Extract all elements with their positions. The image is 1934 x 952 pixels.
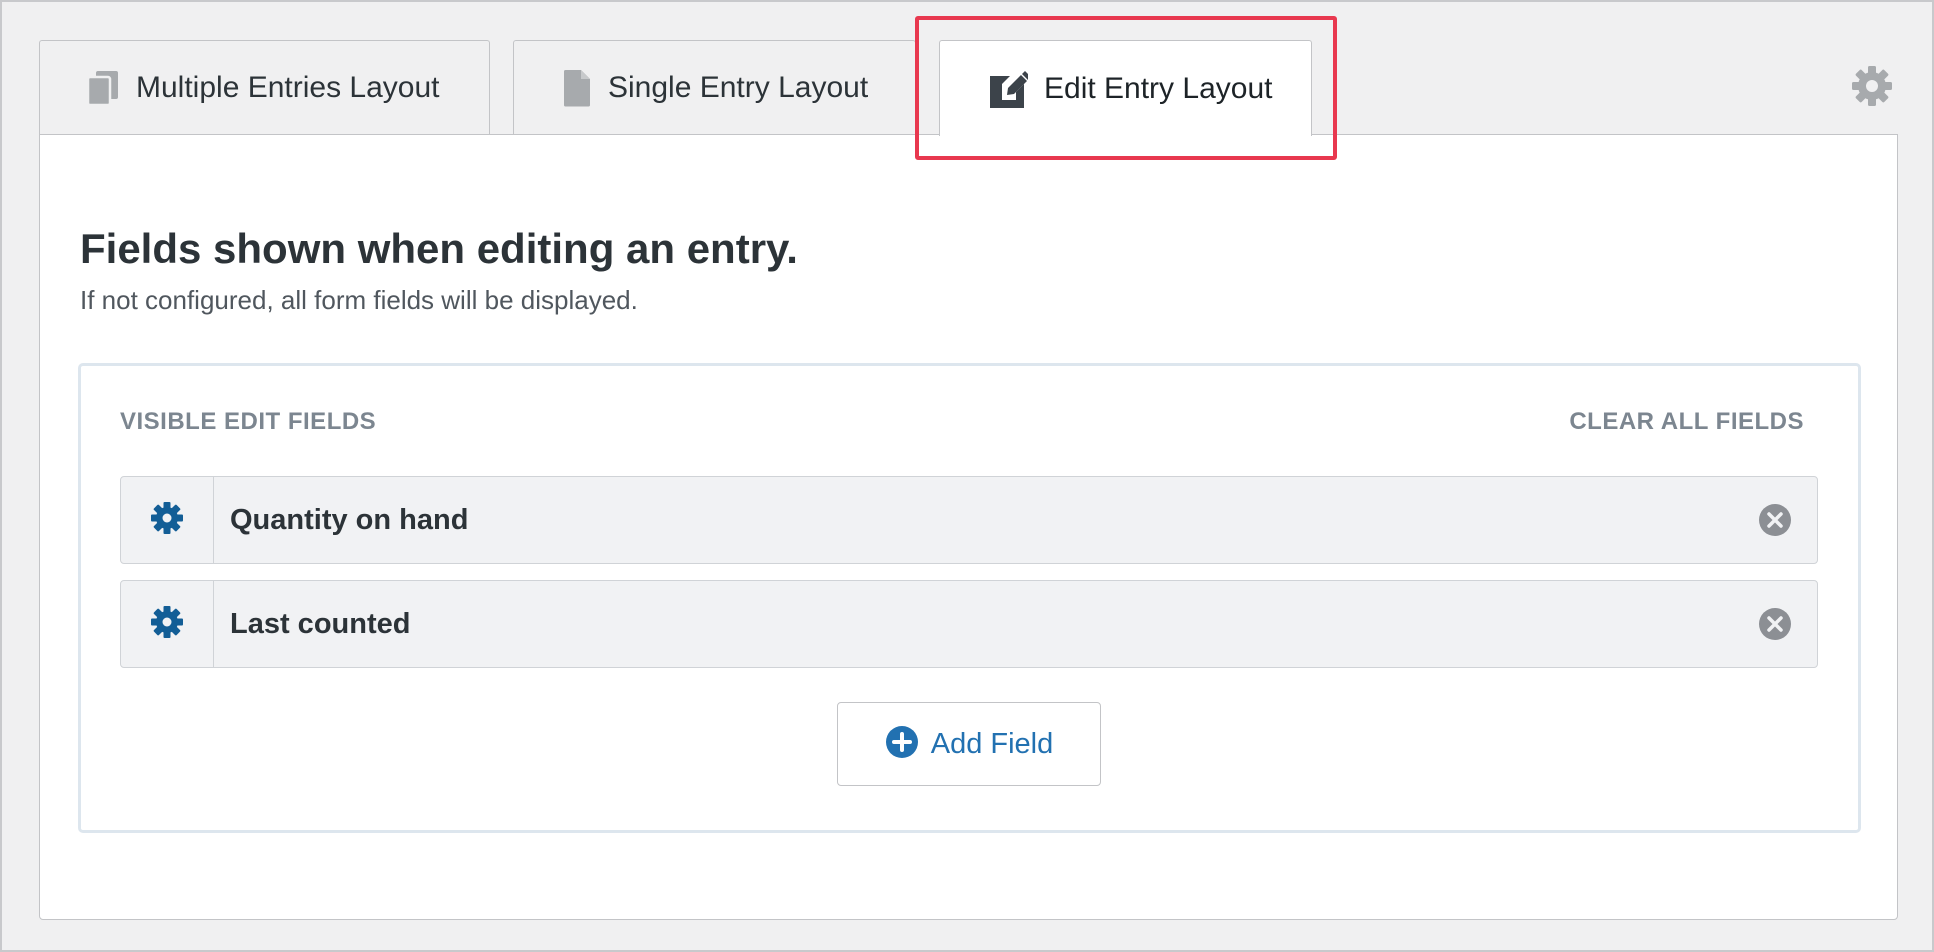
tab-label: Edit Entry Layout xyxy=(1044,71,1273,105)
field-label: Last counted xyxy=(230,607,411,640)
tab-label: Single Entry Layout xyxy=(608,70,869,104)
tab-multiple-entries-layout[interactable]: Multiple Entries Layout xyxy=(39,40,490,134)
field-row[interactable]: Quantity on hand xyxy=(120,476,1818,564)
plus-circle-icon xyxy=(885,725,919,764)
tab-edit-entry-layout[interactable]: Edit Entry Layout xyxy=(939,40,1312,136)
gear-icon xyxy=(150,605,184,644)
remove-icon[interactable] xyxy=(1757,502,1793,538)
tab-label: Multiple Entries Layout xyxy=(136,70,440,104)
page-title: Fields shown when editing an entry. xyxy=(80,225,798,272)
gear-icon xyxy=(150,501,184,540)
field-settings-button[interactable] xyxy=(121,581,214,667)
document-icon xyxy=(562,68,592,108)
remove-icon[interactable] xyxy=(1757,606,1793,642)
gear-icon[interactable] xyxy=(1851,65,1893,107)
tab-single-entry-layout[interactable]: Single Entry Layout xyxy=(513,40,916,134)
field-row[interactable]: Last counted xyxy=(120,580,1818,668)
section-heading: VISIBLE EDIT FIELDS xyxy=(120,408,377,435)
page-subtitle: If not configured, all form fields will … xyxy=(80,285,638,315)
add-field-label: Add Field xyxy=(930,727,1054,760)
visible-edit-fields-box: VISIBLE EDIT FIELDS CLEAR ALL FIELDS Qua… xyxy=(78,363,1861,833)
field-label: Quantity on hand xyxy=(230,503,469,536)
edit-icon xyxy=(988,68,1028,110)
clear-all-fields-button[interactable]: CLEAR ALL FIELDS xyxy=(1569,408,1804,436)
field-settings-button[interactable] xyxy=(121,477,214,563)
add-field-button[interactable]: Add Field xyxy=(837,702,1101,786)
edit-entry-panel: Fields shown when editing an entry. If n… xyxy=(39,134,1898,920)
copy-icon xyxy=(86,69,120,107)
